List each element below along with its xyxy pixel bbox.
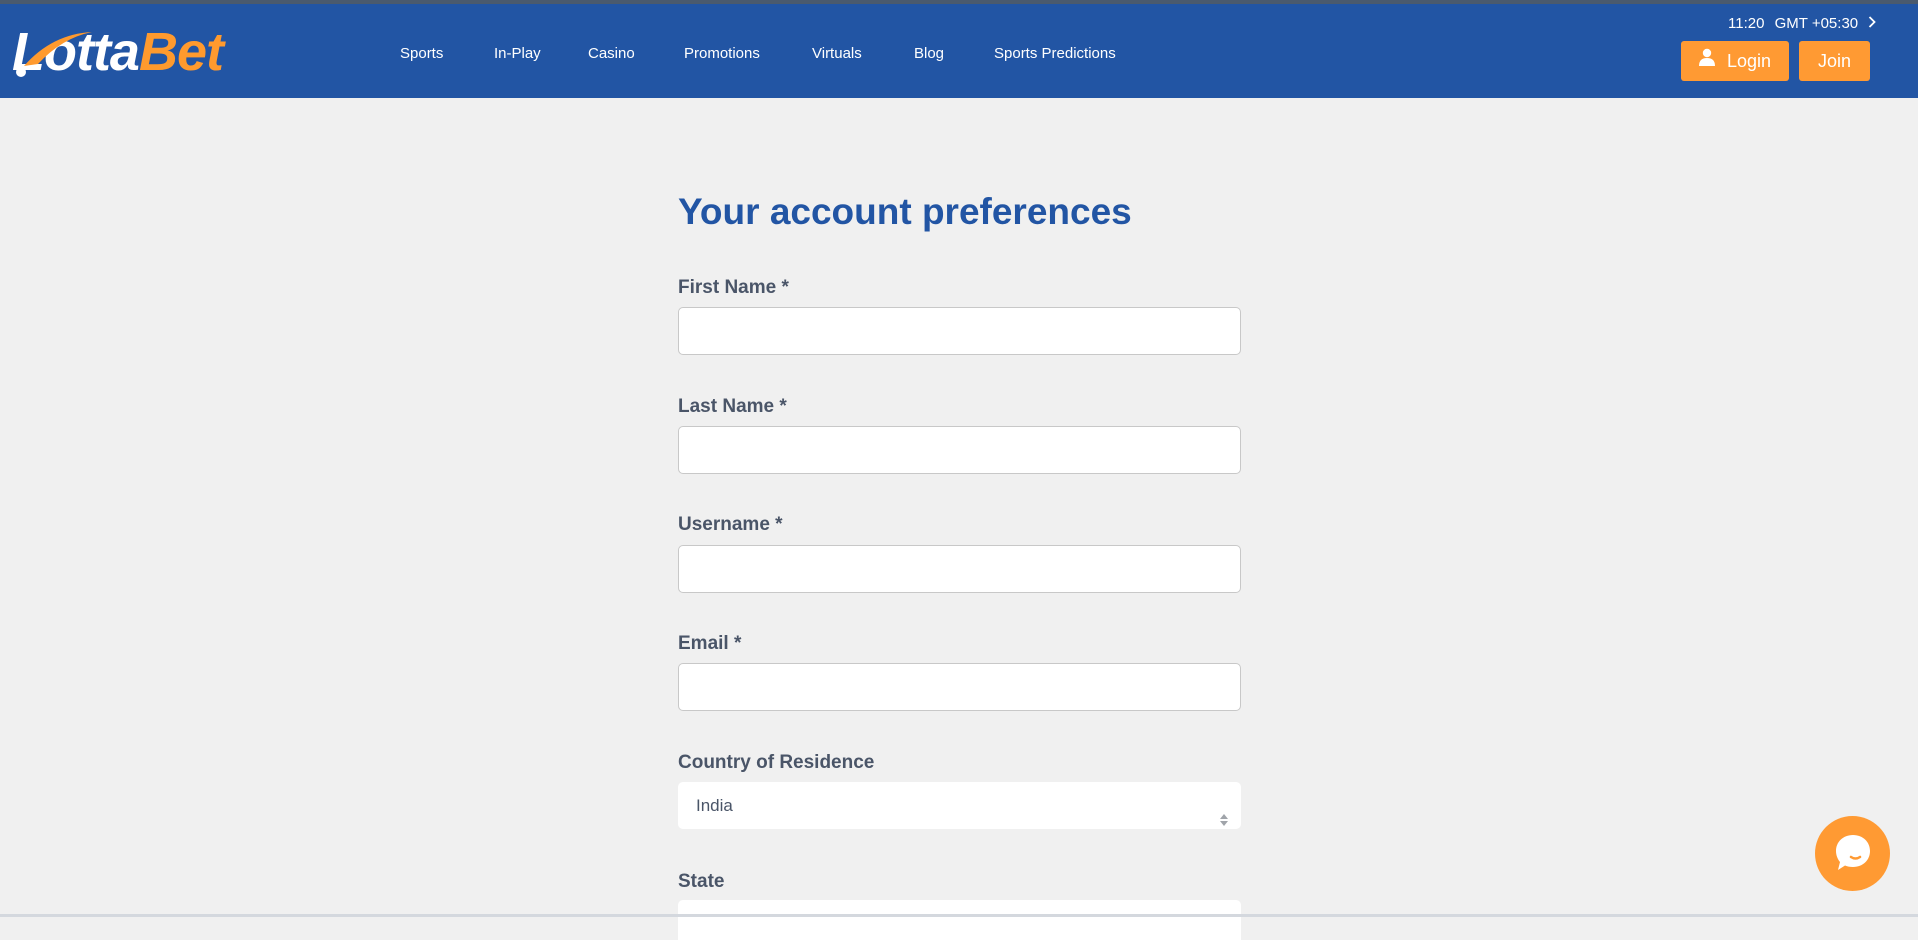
email-label: Email *: [678, 633, 742, 654]
login-button[interactable]: Login: [1681, 41, 1789, 81]
nav-sports[interactable]: Sports: [400, 42, 443, 66]
lottabet-logo[interactable]: LottaBet: [12, 24, 257, 80]
clock-time: 11:20: [1728, 15, 1765, 32]
page-title: Your account preferences: [678, 191, 1132, 232]
country-label: Country of Residence: [678, 752, 875, 773]
nav-virtuals[interactable]: Virtuals: [812, 42, 862, 66]
user-icon: [1698, 40, 1715, 80]
chat-bubble-icon: [1836, 835, 1870, 870]
logo-text-bet: Bet: [138, 22, 224, 82]
nav-in-play[interactable]: In-Play: [494, 42, 541, 66]
state-label: State: [678, 871, 725, 892]
nav-promotions[interactable]: Promotions: [684, 42, 760, 66]
join-button[interactable]: Join: [1799, 41, 1870, 81]
site-header: LottaBet Sports In-Play Casino Promotion…: [0, 4, 1918, 98]
nav-sports-predictions[interactable]: Sports Predictions: [994, 42, 1116, 66]
first-name-label: First Name *: [678, 277, 789, 298]
timezone-clock[interactable]: 11:20 GMT +05:30: [1728, 14, 1877, 34]
username-label: Username *: [678, 514, 783, 535]
join-label: Join: [1817, 51, 1852, 71]
country-selected-value: India: [696, 796, 733, 815]
nav-blog[interactable]: Blog: [914, 42, 944, 66]
state-select[interactable]: [678, 900, 1241, 940]
last-name-input[interactable]: [678, 426, 1241, 474]
login-label: Login: [1726, 51, 1772, 71]
nav-casino[interactable]: Casino: [588, 42, 635, 66]
username-input[interactable]: [678, 545, 1241, 593]
first-name-input[interactable]: [678, 307, 1241, 355]
sort-arrows-icon: [1219, 798, 1229, 845]
live-chat-button[interactable]: [1815, 816, 1890, 891]
email-input[interactable]: [678, 663, 1241, 711]
country-select[interactable]: India: [678, 782, 1241, 829]
last-name-label: Last Name *: [678, 396, 787, 417]
chevron-right-icon: [1868, 14, 1877, 34]
logo-swoosh-icon: [16, 32, 92, 77]
clock-timezone: GMT +05:30: [1774, 15, 1859, 32]
